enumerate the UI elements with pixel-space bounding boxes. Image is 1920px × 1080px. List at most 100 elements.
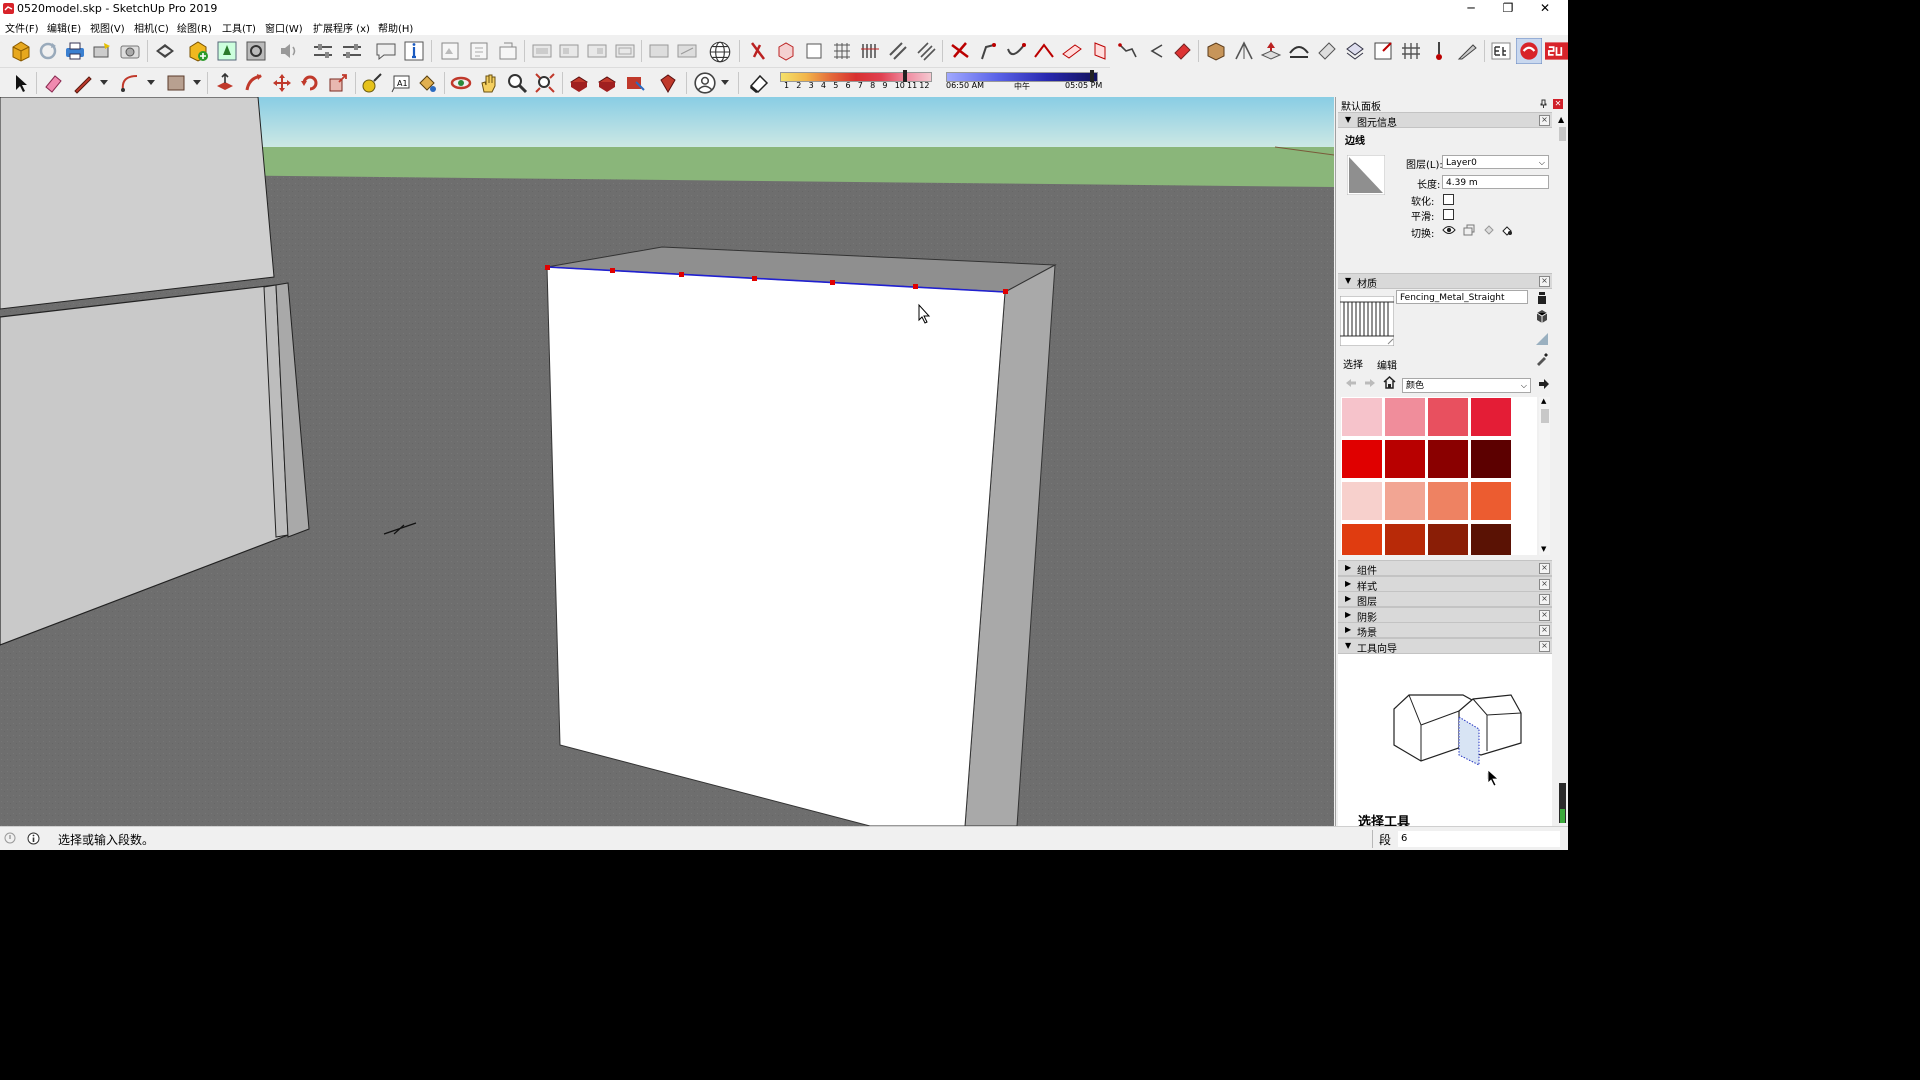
- components-close-icon[interactable]: ×: [1539, 563, 1550, 574]
- layout-send-icon[interactable]: [496, 39, 520, 63]
- tab-edit[interactable]: 编辑: [1377, 357, 1397, 372]
- menu-camera[interactable]: 相机(C): [134, 20, 169, 35]
- color-swatch[interactable]: [1385, 440, 1425, 478]
- styles-header[interactable]: ▶ 样式 ×: [1338, 576, 1552, 593]
- push-pull-icon[interactable]: [214, 72, 236, 94]
- instructor-header[interactable]: ▼ 工具向导 ×: [1338, 638, 1552, 655]
- color-swatch[interactable]: [1471, 398, 1511, 436]
- weld-tool-icon[interactable]: [948, 39, 972, 63]
- tray-scroll-track[interactable]: [1559, 127, 1566, 141]
- pin-tool-icon[interactable]: [1427, 39, 1451, 63]
- info-icon[interactable]: [402, 39, 426, 63]
- menu-tools[interactable]: 工具(T): [222, 20, 256, 35]
- window-tool-icon[interactable]: [1371, 39, 1395, 63]
- getting-started-icon[interactable]: [9, 39, 33, 63]
- color-swatch[interactable]: [1428, 524, 1468, 555]
- color-swatch[interactable]: [1385, 524, 1425, 555]
- chat-bubble-icon[interactable]: [374, 39, 398, 63]
- tray-close-icon[interactable]: ✕: [1553, 99, 1563, 109]
- scenes-close-icon[interactable]: ×: [1539, 625, 1550, 636]
- zoom-extents-icon[interactable]: [534, 72, 556, 94]
- geo-status-icon[interactable]: [4, 832, 16, 844]
- warehouse-share-model-icon[interactable]: [596, 72, 618, 94]
- color-swatch[interactable]: [1428, 482, 1468, 520]
- color-swatch[interactable]: [1471, 524, 1511, 555]
- warehouse-share-component-icon[interactable]: [624, 72, 646, 94]
- arc-tool-icon[interactable]: [119, 72, 141, 94]
- arc-bridge-icon[interactable]: [1287, 39, 1311, 63]
- instructor-close-icon[interactable]: ×: [1539, 641, 1550, 652]
- offset-curve-icon[interactable]: [1144, 39, 1168, 63]
- view-front-icon[interactable]: [530, 39, 554, 63]
- extension-warehouse-icon[interactable]: [215, 39, 239, 63]
- 3d-warehouse-icon[interactable]: [153, 39, 177, 63]
- box-front-face[interactable]: [546, 266, 1006, 826]
- color-swatch[interactable]: [1342, 482, 1382, 520]
- select-arrow-icon[interactable]: [10, 72, 32, 94]
- fence-tool-icon[interactable]: [1399, 39, 1423, 63]
- color-swatch[interactable]: [1342, 524, 1382, 555]
- scenes-header[interactable]: ▶ 场景 ×: [1338, 622, 1552, 639]
- color-swatch[interactable]: [1385, 398, 1425, 436]
- shape-tool-icon[interactable]: [1315, 39, 1339, 63]
- tray-scrollbar[interactable]: [1556, 111, 1568, 829]
- zoom-icon[interactable]: [506, 72, 528, 94]
- extension-warehouse-ruby-icon[interactable]: [657, 72, 679, 94]
- swatch-scroll-up-icon[interactable]: ▲: [1541, 397, 1546, 405]
- eb-tool-icon[interactable]: [1489, 39, 1513, 63]
- shadows-header[interactable]: ▶ 阴影 ×: [1338, 607, 1552, 624]
- view-left-icon[interactable]: [585, 39, 609, 63]
- preferences-sliders-icon[interactable]: [340, 39, 364, 63]
- shadows-toggle-icon[interactable]: [748, 72, 770, 94]
- components-header[interactable]: ▶ 组件 ×: [1338, 560, 1552, 577]
- swatch-scroll-thumb[interactable]: [1541, 409, 1549, 423]
- layout-page-icon[interactable]: [438, 39, 462, 63]
- pin-icon[interactable]: [1539, 99, 1548, 108]
- display-secondary-icon[interactable]: [1536, 291, 1548, 305]
- menu-window[interactable]: 窗口(W): [265, 20, 303, 35]
- layers-header[interactable]: ▶ 图层 ×: [1338, 591, 1552, 608]
- knife-tool-icon[interactable]: [1455, 39, 1479, 63]
- menu-view[interactable]: 视图(V): [90, 20, 125, 35]
- component-add-icon[interactable]: [186, 39, 210, 63]
- materials-header[interactable]: ▼ 材质 ×: [1338, 273, 1552, 290]
- eraser-icon[interactable]: [42, 72, 64, 94]
- layer-select[interactable]: Layer0 ⌵: [1442, 155, 1549, 169]
- sandbox-smoove-icon[interactable]: [746, 39, 770, 63]
- color-swatch[interactable]: [1342, 398, 1382, 436]
- info-status-icon[interactable]: [27, 832, 40, 845]
- length-field[interactable]: 4.39 m: [1442, 175, 1549, 189]
- close-button[interactable]: ✕: [1527, 0, 1563, 18]
- restore-button[interactable]: ❐: [1490, 0, 1526, 18]
- eyedropper-icon[interactable]: [1535, 352, 1549, 366]
- menu-extensions[interactable]: 扩展程序 (x): [313, 20, 370, 35]
- curve-tool-icon[interactable]: [976, 39, 1000, 63]
- home-icon[interactable]: [1383, 376, 1396, 389]
- color-swatch[interactable]: [1428, 398, 1468, 436]
- paint-bucket-red-icon[interactable]: [1170, 39, 1194, 63]
- roof-tool-icon[interactable]: [1032, 39, 1056, 63]
- model-canvas[interactable]: [0, 97, 1334, 826]
- layout-text-icon[interactable]: [467, 39, 491, 63]
- stair-tool-icon[interactable]: [1232, 39, 1256, 63]
- arc-dropdown-arrow[interactable]: [147, 80, 155, 85]
- menu-file[interactable]: 文件(F): [5, 20, 39, 35]
- push-up-icon[interactable]: [1259, 39, 1283, 63]
- geo-location-icon[interactable]: [707, 39, 733, 65]
- warehouse-get-models-icon[interactable]: [568, 72, 590, 94]
- back-arrow-icon[interactable]: [1345, 378, 1357, 388]
- receive-shadows-icon[interactable]: [1463, 224, 1475, 236]
- line-pencil-icon[interactable]: [72, 72, 94, 94]
- entity-info-close-icon[interactable]: ×: [1539, 115, 1550, 126]
- shape-dropdown-arrow[interactable]: [193, 80, 201, 85]
- account-dropdown-arrow[interactable]: [721, 80, 729, 85]
- model-info-icon[interactable]: [90, 39, 114, 63]
- paint-bucket-icon[interactable]: [416, 72, 438, 94]
- vcb-input[interactable]: 6: [1398, 831, 1560, 847]
- view-back-icon[interactable]: [557, 39, 581, 63]
- cast-shadows-icon[interactable]: [1483, 224, 1495, 236]
- pan-hand-icon[interactable]: [478, 72, 500, 94]
- tray-scroll-up-icon[interactable]: ▲: [1558, 115, 1564, 124]
- rotate-icon[interactable]: [299, 72, 321, 94]
- account-user-icon[interactable]: [693, 71, 717, 95]
